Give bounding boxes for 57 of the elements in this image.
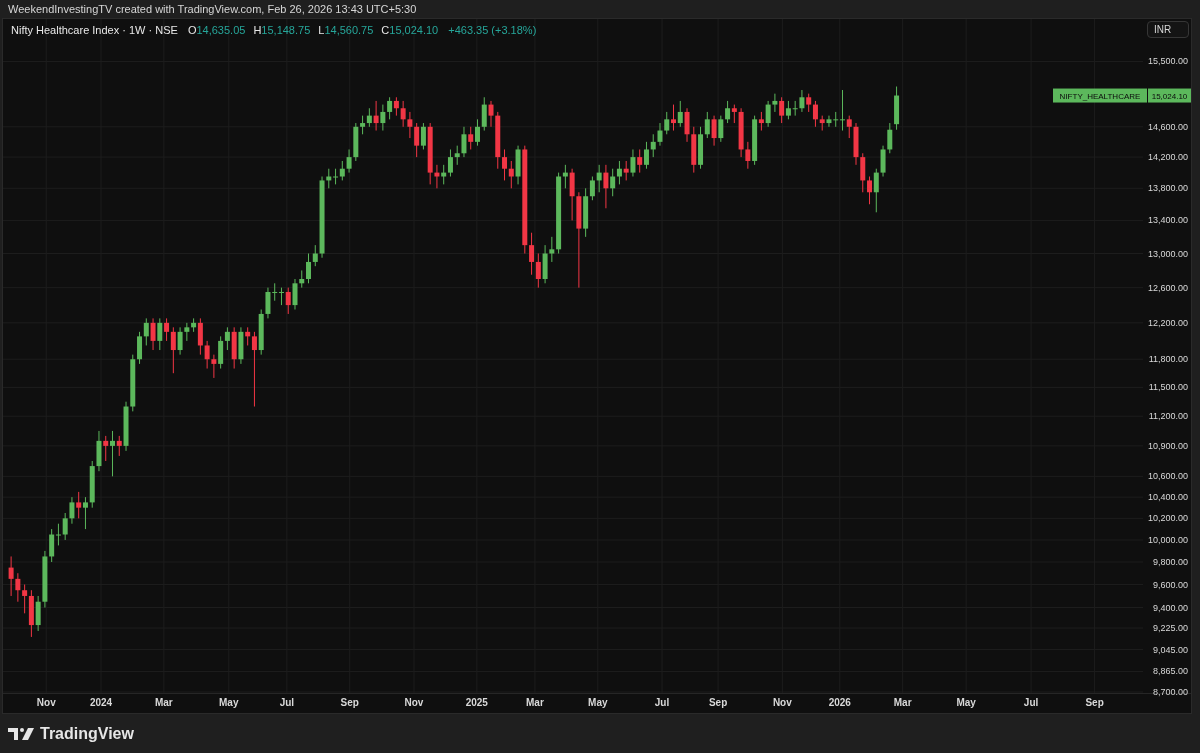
brand-name: TradingView: [40, 725, 134, 743]
price-axis-label: 9,225.00: [1152, 623, 1188, 633]
price-axis-label: 10,000.00: [1147, 534, 1188, 545]
price-change: +463.35 (+3.18%): [448, 24, 537, 36]
price-axis-label: 11,500.00: [1148, 382, 1188, 393]
symbol-title: Nifty Healthcare Index · 1W · NSE: [11, 24, 178, 36]
time-axis-label: Sep: [1085, 697, 1104, 708]
price-axis-label: 11,800.00: [1148, 354, 1188, 365]
price-axis-label: 13,400.00: [1147, 215, 1188, 226]
price-axis-label: 8,700.00: [1152, 687, 1188, 697]
price-axis-label: 9,400.00: [1152, 602, 1188, 613]
price-axis-label: 10,600.00: [1147, 471, 1188, 482]
time-axis-label: 2025: [465, 697, 488, 708]
time-axis-label: Sep: [708, 697, 728, 708]
price-axis-label: 9,600.00: [1152, 579, 1188, 590]
currency-button[interactable]: INR: [1147, 21, 1189, 38]
price-axis-label: 11,200.00: [1148, 411, 1188, 422]
last-price-tag: 15,024.10: [1148, 88, 1191, 103]
ohlc-label: O: [187, 24, 197, 36]
tradingview-logo-icon: [8, 728, 34, 740]
ohlc-label: H: [253, 24, 262, 36]
time-axis-label: Jul: [654, 697, 670, 708]
ohlc-label: C: [381, 24, 390, 36]
ohlc-value: 14,635.05: [196, 24, 246, 36]
price-axis-label: 13,800.00: [1147, 183, 1188, 194]
time-axis-label: Sep: [340, 697, 359, 708]
ohlc-value: 15,148.75: [261, 24, 311, 36]
price-axis-label: 10,400.00: [1147, 492, 1188, 503]
price-axis-label: 15,500.00: [1147, 56, 1188, 67]
time-axis-label: Mar: [154, 697, 173, 708]
price-axis-label: 14,200.00: [1147, 152, 1188, 163]
price-axis-label: 14,600.00: [1147, 121, 1188, 132]
price-axis-label: 13,000.00: [1147, 248, 1188, 259]
time-axis-label: 2024: [89, 697, 113, 708]
price-axis-label: 9,800.00: [1152, 557, 1188, 567]
symbol-tag: NIFTY_HEALTHCARE: [1053, 88, 1147, 103]
time-axis-label: Nov: [772, 697, 792, 708]
ohlc-value: 15,024.10: [389, 24, 439, 36]
time-axis-label: Nov: [404, 697, 424, 708]
price-axis-label: 10,900.00: [1147, 440, 1188, 451]
ohlc-label: L: [318, 24, 325, 36]
time-axis-label: Mar: [526, 697, 544, 708]
price-axis-label: 9,045.00: [1152, 644, 1188, 655]
chart-credit: WeekendInvestingTV created with TradingView.com, Feb 26, 2026 13:43 UTC+5:30: [8, 2, 417, 17]
price-axis-label: 8,865.00: [1152, 666, 1188, 677]
time-axis-label: 2026: [828, 697, 851, 708]
time-axis-label: Jul: [279, 697, 295, 708]
time-axis-label: May: [588, 697, 608, 708]
price-axis-label: 12,200.00: [1147, 317, 1188, 328]
time-axis-label: Jul: [1023, 697, 1039, 708]
ohlc-value: 14,560.75: [324, 24, 374, 36]
time-axis-label: May: [956, 697, 976, 708]
price-axis-label: 10,200.00: [1147, 513, 1188, 524]
time-axis-label: Mar: [893, 697, 912, 708]
price-axis-label: 12,600.00: [1147, 282, 1188, 293]
time-axis-label: Nov: [36, 697, 56, 708]
time-axis-label: May: [219, 697, 239, 708]
